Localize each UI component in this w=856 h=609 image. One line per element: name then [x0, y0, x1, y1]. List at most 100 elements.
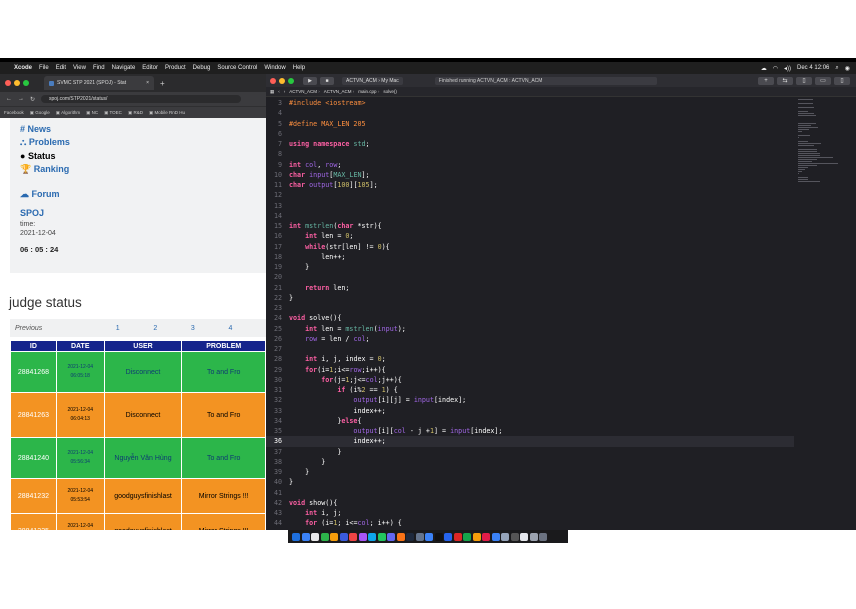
menu-debug[interactable]: Debug [193, 65, 211, 71]
navigator-toggle-icon[interactable]: ▯ [796, 76, 812, 85]
line-number[interactable]: 29 [266, 365, 289, 375]
code-text[interactable]: int i, j, index = 0; [289, 354, 386, 364]
line-number[interactable]: 24 [266, 313, 289, 323]
line-number[interactable]: 17 [266, 242, 289, 252]
code-review-icon[interactable]: ⇆ [777, 76, 793, 85]
dock-app-icon[interactable] [396, 532, 405, 541]
cell-problem[interactable]: To and Fro [181, 351, 266, 393]
control-center-icon[interactable]: ◉ [845, 65, 850, 72]
code-text[interactable]: int len = mstrlen(input); [289, 324, 406, 334]
code-text[interactable]: row = len / col; [289, 334, 369, 344]
code-line[interactable]: 44 for (i=1; i<=col; i++) { [266, 518, 794, 528]
code-text[interactable]: void show(){ [289, 498, 337, 508]
dock-app-icon[interactable] [520, 532, 528, 541]
line-number[interactable]: 23 [266, 303, 289, 313]
scheme-selector[interactable]: ACTVN_ACM › My Mac [342, 76, 403, 85]
close-tab-icon[interactable]: × [146, 80, 149, 86]
code-text[interactable]: while(str[len] != 0){ [289, 242, 390, 252]
line-number[interactable]: 20 [266, 272, 289, 282]
code-editor[interactable]: 3 #include <iostream> 4 5 #define MAX_LEN 20… [266, 98, 794, 530]
nav-status[interactable]: ● Status [20, 151, 256, 161]
code-line[interactable]: 29 for(i=1;i<=row;i++){ [266, 365, 794, 375]
menu-edit[interactable]: Edit [56, 65, 66, 71]
line-number[interactable]: 32 [266, 395, 289, 405]
page-3-link[interactable]: 3 [191, 325, 229, 332]
code-text[interactable]: index++; [289, 436, 385, 446]
line-number[interactable]: 11 [266, 180, 289, 190]
code-text[interactable]: len++; [289, 252, 345, 262]
cell-user[interactable]: Disconnect [103, 351, 183, 393]
line-number[interactable]: 26 [266, 334, 289, 344]
line-number[interactable]: 38 [266, 457, 289, 467]
maximize-window-icon[interactable] [288, 77, 294, 84]
line-number[interactable]: 25 [266, 324, 289, 334]
code-line[interactable]: 7 using namespace std; [266, 139, 794, 149]
dock-app-icon[interactable] [339, 532, 348, 541]
breadcrumb-function[interactable]: solve() [383, 89, 397, 94]
line-number[interactable]: 9 [266, 160, 289, 170]
stop-button[interactable]: ■ [320, 76, 334, 85]
maximize-window-icon[interactable] [23, 80, 29, 86]
code-line[interactable]: 31 if (i%2 == 1) { [266, 385, 794, 395]
dock-app-icon[interactable] [415, 532, 424, 541]
dock-app-icon[interactable] [358, 532, 367, 541]
minimize-window-icon[interactable] [14, 80, 20, 86]
menu-file[interactable]: File [39, 65, 49, 71]
search-icon[interactable]: ⌕ [835, 65, 838, 72]
code-text[interactable]: for (i=1; i<=col; i++) { [289, 518, 402, 528]
code-line[interactable]: 21 return len; [266, 283, 794, 293]
code-text[interactable]: using namespace std; [289, 139, 370, 149]
code-line[interactable]: 17 while(str[len] != 0){ [266, 242, 794, 252]
bookmark-algorithm[interactable]: Algorithm [56, 110, 80, 116]
back-icon[interactable]: ‹ [278, 89, 280, 94]
menu-source-control[interactable]: Source Control [217, 65, 257, 71]
code-line[interactable]: 9 int col, row; [266, 160, 794, 170]
nav-ranking[interactable]: 🏆 Ranking [20, 164, 256, 175]
line-number[interactable]: 8 [266, 149, 289, 159]
cell-problem[interactable]: To and Fro [181, 437, 266, 479]
inspector-toggle-icon[interactable]: ▯ [834, 76, 850, 85]
forward-icon[interactable]: → [18, 96, 24, 102]
code-line[interactable]: 24 void solve(){ [266, 313, 794, 323]
code-line[interactable]: 15 int mstrlen(char *str){ [266, 221, 794, 231]
forward-icon[interactable]: › [284, 89, 286, 94]
code-line[interactable]: 26 row = len / col; [266, 334, 794, 344]
code-text[interactable]: int col, row; [289, 160, 341, 170]
code-line[interactable]: 10 char input[MAX_LEN]; [266, 170, 794, 180]
previous-link[interactable]: Previous [15, 325, 116, 332]
dock-app-icon[interactable] [444, 532, 452, 541]
line-number[interactable]: 40 [266, 477, 289, 487]
line-number[interactable]: 15 [266, 221, 289, 231]
line-number[interactable]: 31 [266, 385, 289, 395]
code-line[interactable]: 20 [266, 272, 794, 282]
code-line[interactable]: 27 [266, 344, 794, 354]
line-number[interactable]: 12 [266, 190, 289, 200]
code-text[interactable]: } [289, 477, 293, 487]
bookmark-google[interactable]: Google [30, 110, 50, 116]
page-1-link[interactable]: 1 [116, 325, 154, 332]
dock-app-icon[interactable] [482, 532, 490, 541]
code-line[interactable]: 22} [266, 293, 794, 303]
code-line[interactable]: 3 #include <iostream> [266, 98, 794, 108]
line-number[interactable]: 7 [266, 139, 289, 149]
menu-window[interactable]: Window [264, 65, 285, 71]
wifi-icon[interactable]: ◠ [773, 65, 778, 72]
code-text[interactable]: char output[100][105]; [289, 180, 378, 190]
code-line[interactable]: 13 [266, 201, 794, 211]
code-text[interactable]: index++; [289, 406, 385, 416]
breadcrumb-project[interactable]: ACTVN_ACM [289, 89, 320, 94]
code-line[interactable]: 19 } [266, 262, 794, 272]
dock-app-icon[interactable] [434, 532, 443, 541]
line-number[interactable]: 41 [266, 488, 289, 498]
code-text[interactable]: int mstrlen(char *str){ [289, 221, 382, 231]
line-number[interactable]: 37 [266, 447, 289, 457]
code-text[interactable]: int i, j; [289, 508, 341, 518]
breadcrumb-folder[interactable]: ACTVN_ACM [324, 89, 355, 94]
line-number[interactable]: 35 [266, 426, 289, 436]
dock-app-icon[interactable] [453, 532, 462, 541]
code-text[interactable]: } [289, 262, 309, 272]
dock-app-icon[interactable] [539, 532, 547, 541]
bookmark-rnd[interactable]: R&D [128, 110, 143, 116]
line-number[interactable]: 13 [266, 201, 289, 211]
cell-user[interactable]: goodguysfinishlast [103, 513, 183, 530]
